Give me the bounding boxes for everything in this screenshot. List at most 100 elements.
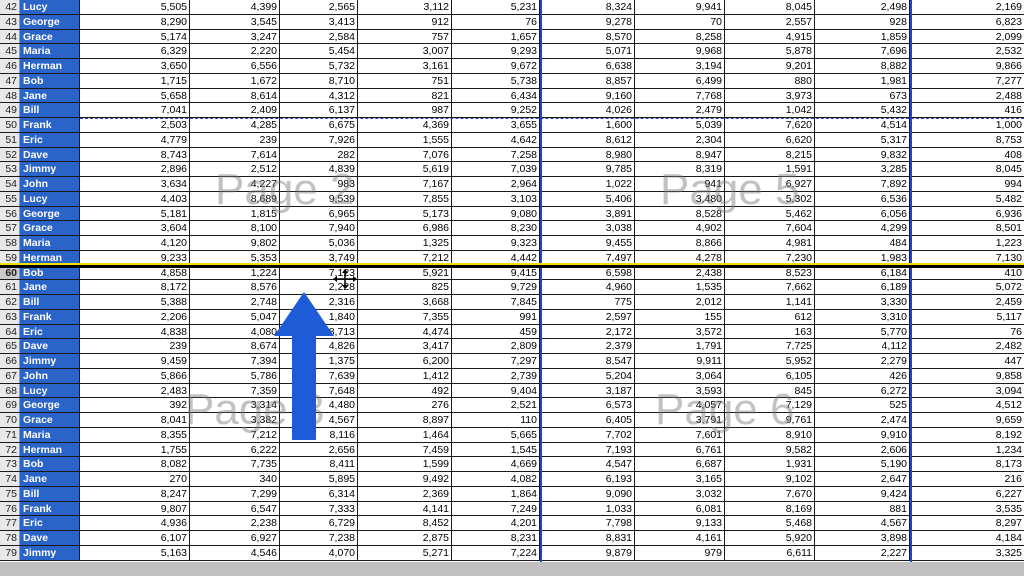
row-header[interactable]: 43	[0, 14, 20, 29]
value-cell[interactable]: 4,369	[358, 118, 452, 132]
value-cell[interactable]: 9,879	[540, 545, 635, 560]
value-cell[interactable]: 7,601	[635, 427, 725, 442]
name-cell[interactable]: Lucy	[20, 0, 80, 14]
value-cell[interactable]: 70	[635, 14, 725, 29]
name-cell[interactable]: Dave	[20, 147, 80, 162]
value-cell[interactable]: 4,057	[635, 398, 725, 412]
value-cell[interactable]: 991	[452, 309, 540, 324]
value-cell[interactable]: 9,102	[725, 472, 815, 486]
value-cell[interactable]: 9,539	[280, 191, 358, 206]
value-cell[interactable]: 821	[358, 88, 452, 103]
value-cell[interactable]: 6,965	[280, 206, 358, 221]
value-cell[interactable]: 4,839	[280, 162, 358, 176]
row-header[interactable]: 56	[0, 206, 20, 221]
row-header[interactable]: 76	[0, 501, 20, 516]
value-cell[interactable]: 3,165	[635, 472, 725, 486]
name-cell[interactable]: Lucy	[20, 383, 80, 398]
value-cell[interactable]: 1,535	[635, 280, 725, 294]
row-header[interactable]: 61	[0, 280, 20, 294]
value-cell[interactable]: 4,082	[452, 472, 540, 486]
value-cell[interactable]: 6,823	[910, 15, 1024, 29]
value-cell[interactable]: 2,512	[190, 162, 280, 176]
value-cell[interactable]: 5,770	[815, 324, 910, 339]
value-cell[interactable]: 2,597	[540, 309, 635, 324]
value-cell[interactable]: 3,325	[910, 546, 1024, 560]
value-cell[interactable]: 5,468	[725, 516, 815, 530]
value-cell[interactable]: 9,729	[452, 280, 540, 294]
value-cell[interactable]: 7,167	[358, 177, 452, 191]
value-cell[interactable]: 155	[635, 309, 725, 324]
value-cell[interactable]: 8,324	[540, 0, 635, 14]
value-cell[interactable]: 5,036	[280, 236, 358, 250]
value-cell[interactable]: 3,007	[358, 44, 452, 58]
value-cell[interactable]: 1,022	[540, 177, 635, 191]
value-cell[interactable]: 2,557	[725, 14, 815, 29]
value-cell[interactable]: 4,642	[452, 132, 540, 147]
value-cell[interactable]: 2,498	[815, 0, 910, 14]
value-cell[interactable]: 6,547	[190, 501, 280, 516]
value-cell[interactable]: 9,941	[635, 0, 725, 14]
value-cell[interactable]: 1,234	[910, 443, 1024, 457]
value-cell[interactable]: 5,271	[358, 545, 452, 560]
value-cell[interactable]: 4,546	[190, 545, 280, 560]
value-cell[interactable]: 1,864	[452, 486, 540, 501]
value-cell[interactable]: 408	[910, 148, 1024, 162]
value-cell[interactable]: 2,238	[190, 516, 280, 530]
value-cell[interactable]: 7,238	[280, 531, 358, 545]
value-cell[interactable]: 7,129	[725, 398, 815, 412]
value-cell[interactable]: 8,297	[910, 516, 1024, 530]
name-cell[interactable]: Maria	[20, 236, 80, 250]
value-cell[interactable]: 3,655	[452, 118, 540, 132]
value-cell[interactable]: 6,638	[540, 59, 635, 73]
name-cell[interactable]: Dave	[20, 531, 80, 545]
value-cell[interactable]: 9,201	[725, 59, 815, 73]
value-cell[interactable]: 2,656	[280, 442, 358, 457]
name-cell[interactable]: Dave	[20, 339, 80, 353]
value-cell[interactable]: 7,212	[190, 427, 280, 442]
value-cell[interactable]: 979	[635, 545, 725, 560]
value-cell[interactable]: 8,831	[540, 531, 635, 545]
value-cell[interactable]: 7,224	[452, 545, 540, 560]
value-cell[interactable]: 5,482	[910, 192, 1024, 206]
value-cell[interactable]: 8,910	[725, 427, 815, 442]
value-cell[interactable]: 1,600	[540, 118, 635, 132]
value-cell[interactable]: 6,761	[635, 442, 725, 457]
value-cell[interactable]: 6,434	[452, 88, 540, 103]
value-cell[interactable]: 1,791	[635, 339, 725, 353]
value-cell[interactable]: 5,117	[910, 310, 1024, 324]
value-cell[interactable]: 8,411	[280, 457, 358, 471]
value-cell[interactable]: 1,000	[910, 118, 1024, 132]
value-cell[interactable]: 2,474	[815, 413, 910, 427]
value-cell[interactable]: 5,406	[540, 191, 635, 206]
value-cell[interactable]: 928	[815, 14, 910, 29]
value-cell[interactable]: 7,193	[540, 442, 635, 457]
value-cell[interactable]: 5,163	[80, 545, 190, 560]
value-cell[interactable]: 5,071	[540, 44, 635, 58]
value-cell[interactable]: 8,570	[540, 29, 635, 44]
row-header[interactable]: 51	[0, 132, 20, 147]
value-cell[interactable]: 4,184	[910, 531, 1024, 545]
value-cell[interactable]: 6,222	[190, 442, 280, 457]
value-cell[interactable]: 2,099	[910, 30, 1024, 44]
value-cell[interactable]: 1,931	[725, 457, 815, 471]
value-cell[interactable]: 7,696	[815, 44, 910, 58]
value-cell[interactable]: 2,479	[635, 103, 725, 117]
value-cell[interactable]: 7,845	[452, 295, 540, 309]
value-cell[interactable]: 7,604	[725, 221, 815, 235]
value-cell[interactable]: 9,802	[190, 236, 280, 250]
value-cell[interactable]: 9,278	[540, 14, 635, 29]
value-cell[interactable]: 5,432	[815, 103, 910, 117]
value-cell[interactable]: 4,474	[358, 324, 452, 339]
value-cell[interactable]: 7,940	[280, 221, 358, 235]
row-header[interactable]: 73	[0, 457, 20, 471]
row-header[interactable]: 75	[0, 486, 20, 501]
name-cell[interactable]: Lucy	[20, 191, 80, 206]
value-cell[interactable]: 7,355	[358, 309, 452, 324]
value-cell[interactable]: 3,535	[910, 502, 1024, 516]
value-cell[interactable]: 8,452	[358, 516, 452, 530]
value-cell[interactable]: 2,304	[635, 132, 725, 147]
value-cell[interactable]: 751	[358, 73, 452, 88]
row-header[interactable]: 67	[0, 368, 20, 383]
value-cell[interactable]: 6,200	[358, 354, 452, 368]
value-cell[interactable]: 1,464	[358, 427, 452, 442]
